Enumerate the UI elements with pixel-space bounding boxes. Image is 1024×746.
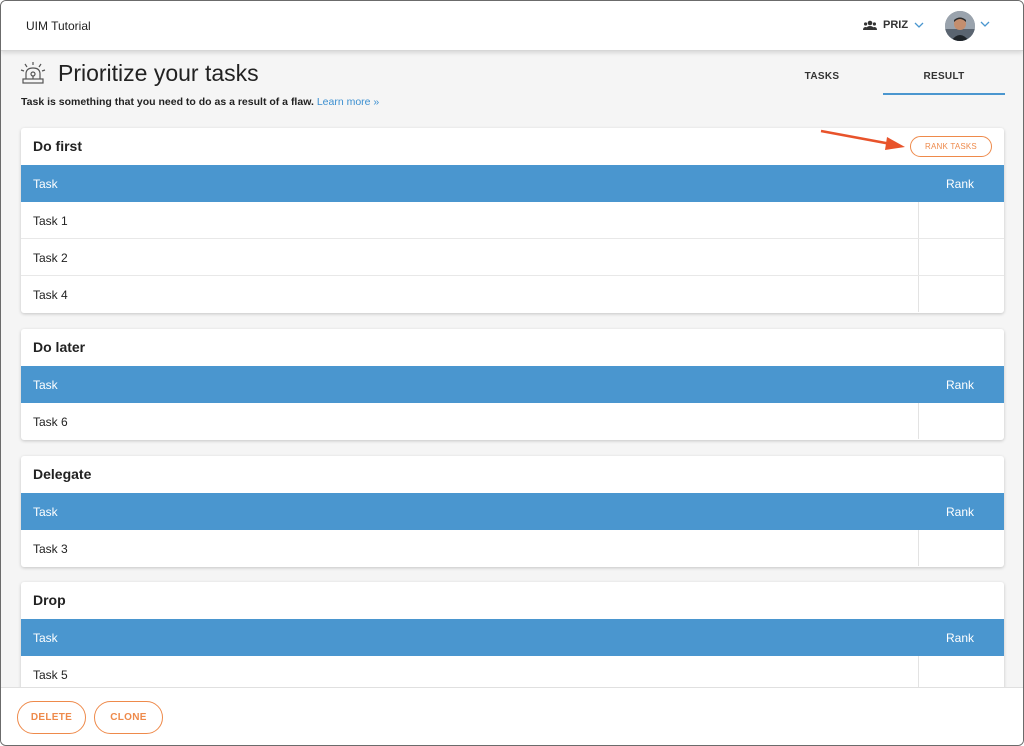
column-task: Task bbox=[33, 378, 58, 392]
team-switcher[interactable]: PRIZ bbox=[863, 19, 930, 31]
chevron-down-icon[interactable] bbox=[980, 21, 990, 27]
annotation-arrow bbox=[820, 129, 905, 150]
group-card-delegate: Delegate Task Rank Task 3 bbox=[21, 456, 1004, 567]
team-label: PRIZ bbox=[883, 19, 909, 31]
tab-result[interactable]: RESULT bbox=[883, 61, 1005, 95]
group-card-drop: Drop Task Rank Task 5 bbox=[21, 582, 1004, 693]
app-window: UIM Tutorial PRIZ Prioritize your tasks … bbox=[0, 0, 1024, 746]
table-row[interactable]: Task 6 bbox=[21, 403, 1004, 440]
task-name: Task 6 bbox=[33, 415, 68, 429]
table-row[interactable]: Task 4 bbox=[21, 276, 1004, 313]
tab-tasks[interactable]: TASKS bbox=[761, 61, 883, 95]
column-task: Task bbox=[33, 505, 58, 519]
group-title: Do later bbox=[33, 339, 86, 355]
tab-bar: TASKS RESULT bbox=[761, 61, 1005, 95]
group-title: Drop bbox=[33, 592, 66, 608]
column-task: Task bbox=[33, 177, 58, 191]
group-card-do-first: Do first RANK TASKS Task Rank Task 1 Tas… bbox=[21, 128, 1004, 313]
delete-button[interactable]: DELETE bbox=[17, 701, 86, 734]
task-rank bbox=[918, 239, 1004, 275]
column-rank: Rank bbox=[945, 631, 974, 645]
page-title: Prioritize your tasks bbox=[58, 60, 259, 86]
task-name: Task 4 bbox=[33, 288, 68, 302]
user-avatar[interactable] bbox=[945, 11, 975, 41]
table-header: Task Rank bbox=[21, 493, 1004, 530]
table-row[interactable]: Task 1 bbox=[21, 202, 1004, 239]
column-rank: Rank bbox=[945, 177, 974, 191]
prioritize-icon bbox=[20, 62, 46, 84]
task-name: Task 5 bbox=[33, 668, 68, 682]
column-task: Task bbox=[33, 631, 58, 645]
app-title[interactable]: UIM Tutorial bbox=[26, 19, 91, 33]
clone-button[interactable]: CLONE bbox=[94, 701, 163, 734]
avatar-image bbox=[945, 11, 975, 41]
task-name: Task 2 bbox=[33, 251, 68, 265]
chevron-down-icon bbox=[914, 22, 924, 28]
group-card-do-later: Do later Task Rank Task 6 bbox=[21, 329, 1004, 440]
top-header: UIM Tutorial PRIZ bbox=[1, 1, 1023, 51]
bottom-action-bar: DELETE CLONE bbox=[1, 687, 1023, 745]
column-rank: Rank bbox=[945, 378, 974, 392]
table-row[interactable]: Task 2 bbox=[21, 239, 1004, 276]
task-rank bbox=[918, 276, 1004, 312]
table-header: Task Rank bbox=[21, 366, 1004, 403]
learn-more-link[interactable]: Learn more » bbox=[317, 96, 379, 108]
description-text: Task is something that you need to do as… bbox=[21, 96, 314, 108]
task-rank bbox=[918, 403, 1004, 439]
page-description: Task is something that you need to do as… bbox=[21, 96, 379, 108]
column-rank: Rank bbox=[945, 505, 974, 519]
task-rank bbox=[918, 202, 1004, 238]
team-icon bbox=[863, 20, 877, 30]
table-header: Task Rank bbox=[21, 165, 1004, 202]
task-name: Task 3 bbox=[33, 542, 68, 556]
task-name: Task 1 bbox=[33, 214, 68, 228]
group-title: Delegate bbox=[33, 466, 92, 482]
task-rank bbox=[918, 530, 1004, 566]
rank-tasks-button[interactable]: RANK TASKS bbox=[910, 136, 992, 157]
table-header: Task Rank bbox=[21, 619, 1004, 656]
table-row[interactable]: Task 3 bbox=[21, 530, 1004, 567]
